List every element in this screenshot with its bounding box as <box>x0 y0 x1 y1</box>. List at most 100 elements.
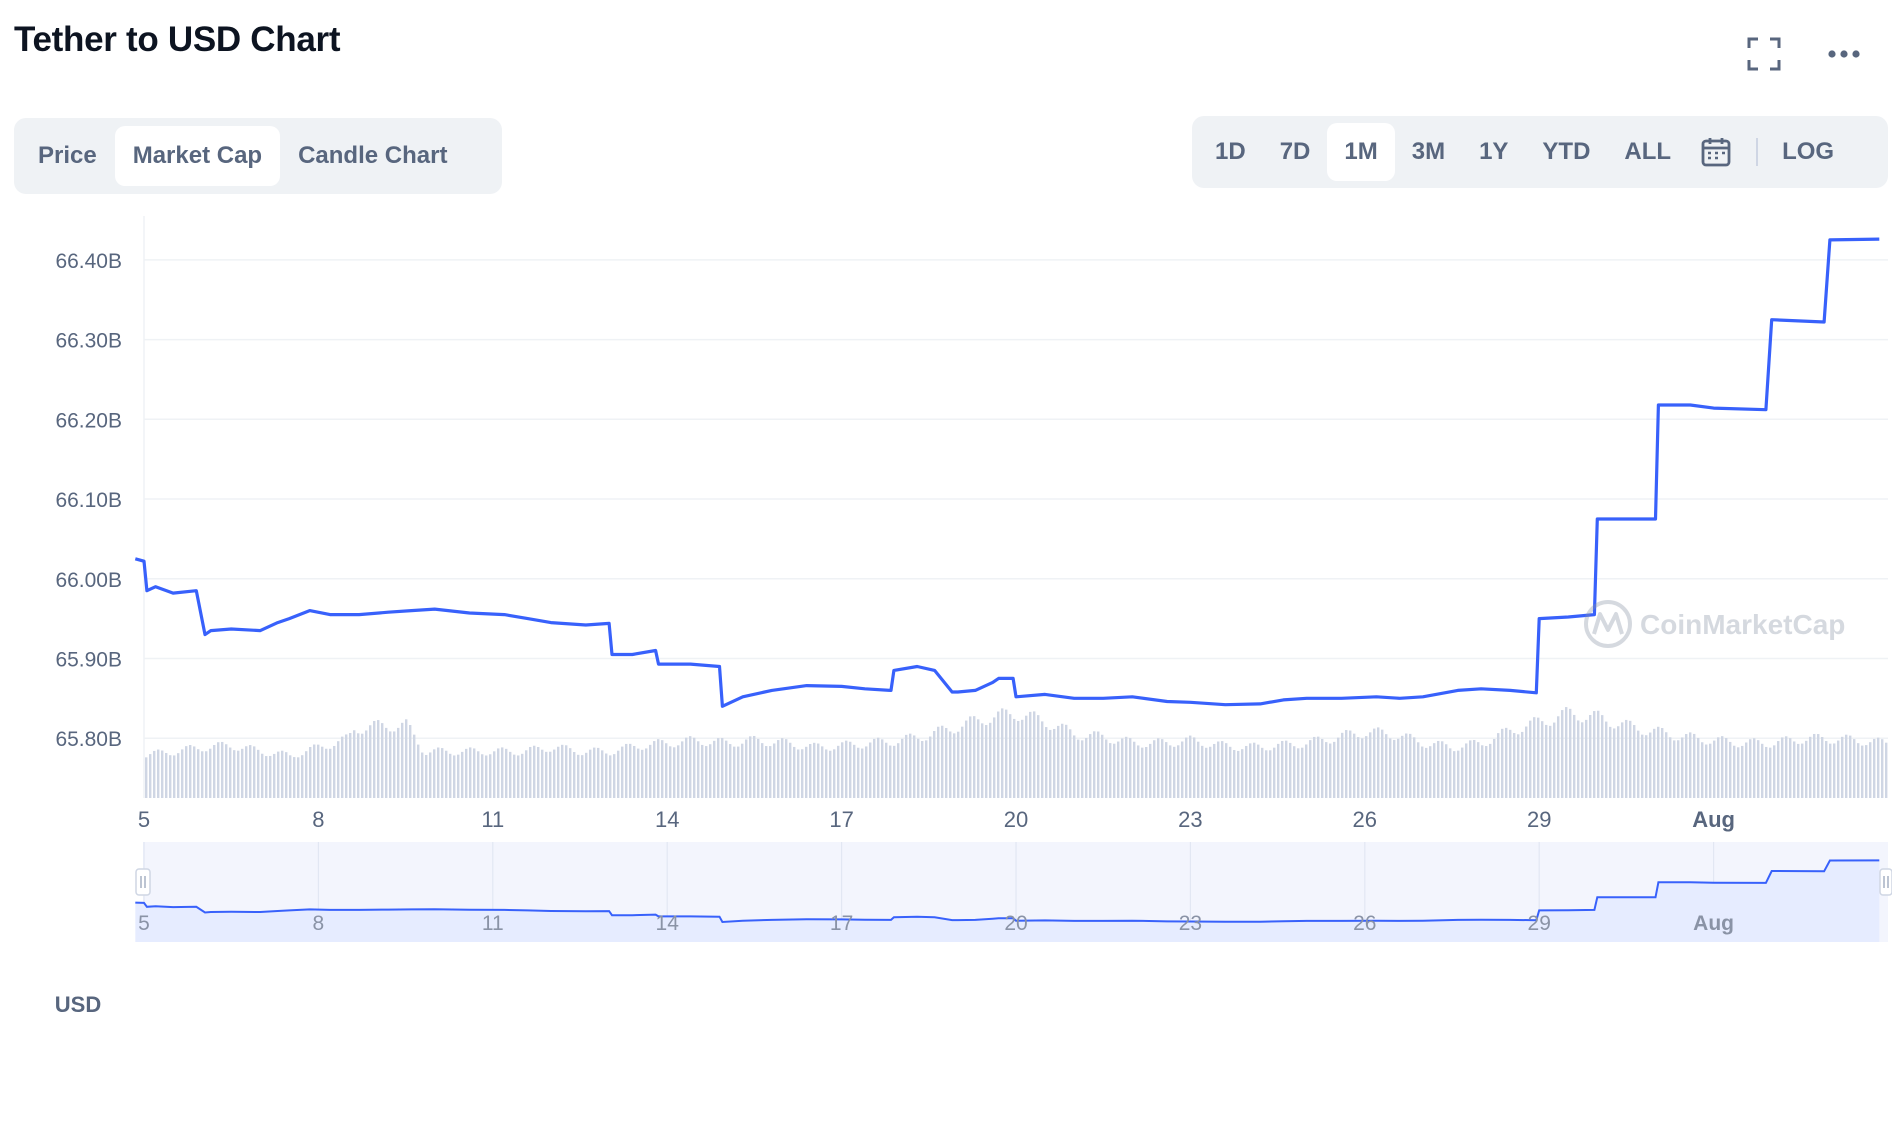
volume-bar <box>501 747 504 798</box>
volume-bar <box>889 745 892 798</box>
volume-bar <box>833 749 836 798</box>
volume-bar <box>1209 746 1212 798</box>
x-axis: 5 8 11 14 17 20 23 26 29 Aug <box>138 807 1735 832</box>
volume-bar <box>389 731 392 798</box>
volume-bar <box>1325 742 1328 798</box>
volume-bar <box>641 749 644 798</box>
range-1m[interactable]: 1M <box>1327 123 1395 181</box>
volume-bar <box>229 747 232 798</box>
volume-bar <box>1805 740 1808 798</box>
volume-bar <box>1197 741 1200 798</box>
volume-bar <box>473 748 476 798</box>
volume-bar <box>1037 715 1040 798</box>
volume-bar <box>797 749 800 798</box>
volume-bar <box>1169 745 1172 798</box>
volume-bar <box>461 751 464 798</box>
volume-bar <box>1089 734 1092 798</box>
navigator-tick-label: 20 <box>1004 912 1027 935</box>
volume-bar <box>1481 745 1484 798</box>
tab-price[interactable]: Price <box>20 126 115 186</box>
volume-bar <box>1789 738 1792 798</box>
date-picker-button[interactable] <box>1688 123 1744 181</box>
volume-bar <box>365 730 368 798</box>
navigator-right-handle[interactable] <box>1879 868 1892 896</box>
volume-bar <box>553 749 556 798</box>
volume-bar <box>369 725 372 798</box>
volume-bar <box>817 743 820 798</box>
volume-bar <box>1273 747 1276 798</box>
volume-bar <box>785 739 788 798</box>
volume-bar <box>325 748 328 798</box>
volume-bar <box>913 735 916 798</box>
volume-bar <box>921 741 924 798</box>
market-cap-line <box>134 237 1880 708</box>
volume-bar <box>681 741 684 798</box>
volume-bar <box>1333 741 1336 798</box>
volume-bar <box>149 754 152 798</box>
volume-bar <box>1341 732 1344 798</box>
volume-bar <box>169 755 172 798</box>
volume-bar <box>1077 739 1080 798</box>
volume-bar <box>1769 747 1772 798</box>
x-tick-label: Aug <box>1692 807 1735 832</box>
volume-bar <box>1145 746 1148 798</box>
range-7d[interactable]: 7D <box>1263 123 1328 181</box>
volume-bar <box>329 748 332 798</box>
volume-bar <box>205 751 208 798</box>
volume-bar <box>1633 725 1636 798</box>
volume-bar <box>1557 716 1560 798</box>
range-1d[interactable]: 1D <box>1198 123 1263 181</box>
volume-bar <box>1449 748 1452 798</box>
volume-bar <box>1529 720 1532 798</box>
range-all[interactable]: ALL <box>1607 123 1688 181</box>
more-options-button[interactable] <box>1820 30 1868 78</box>
volume-bar <box>497 748 500 798</box>
volume-bar <box>1697 737 1700 798</box>
volume-bar <box>1385 734 1388 798</box>
volume-bar <box>493 751 496 798</box>
market-cap-chart: 65.80B 65.90B 66.00B 66.10B 66.20B 66.30B 66.4… <box>55 216 1892 1017</box>
range-separator <box>1756 138 1759 166</box>
fullscreen-button[interactable] <box>1740 30 1788 78</box>
tab-candle-chart[interactable]: Candle Chart <box>280 126 465 186</box>
volume-bar <box>837 745 840 798</box>
volume-bar <box>533 745 536 798</box>
log-toggle[interactable]: LOG <box>1770 123 1846 181</box>
volume-bar <box>861 748 864 798</box>
volume-bar <box>445 750 448 798</box>
volume-bar <box>1489 743 1492 798</box>
page-title: Tether to USD Chart <box>14 20 341 59</box>
range-1y[interactable]: 1Y <box>1462 123 1525 181</box>
volume-bar <box>601 750 604 798</box>
volume-bar <box>761 743 764 798</box>
volume-bar <box>1625 719 1628 798</box>
range-3m[interactable]: 3M <box>1395 123 1462 181</box>
tab-market-cap[interactable]: Market Cap <box>114 126 281 186</box>
navigator-tick-label: 5 <box>138 912 150 935</box>
volume-bar <box>1749 739 1752 798</box>
volume-bar <box>1329 743 1332 798</box>
volume-bar <box>1377 727 1380 798</box>
volume-bar <box>245 746 248 798</box>
volume-bar <box>1665 732 1668 798</box>
y-tick-label: 66.10B <box>55 489 122 512</box>
range-ytd[interactable]: YTD <box>1525 123 1607 181</box>
volume-bar <box>805 746 808 798</box>
volume-bar <box>1825 741 1828 798</box>
volume-bar <box>1829 743 1832 798</box>
volume-bar <box>1865 745 1868 798</box>
volume-bar <box>193 746 196 798</box>
volume-bar <box>1873 738 1876 798</box>
volume-bar <box>313 744 316 798</box>
volume-bar <box>405 719 408 798</box>
volume-bar <box>1617 726 1620 798</box>
coinmarketcap-logo-icon <box>1584 600 1632 648</box>
volume-bar <box>1105 739 1108 798</box>
navigator-left-handle[interactable] <box>135 868 151 896</box>
volume-bar <box>1553 722 1556 798</box>
volume-bar <box>949 731 952 798</box>
volume-bar <box>633 745 636 798</box>
volume-bar <box>1685 734 1688 798</box>
volume-bar <box>1041 721 1044 798</box>
volume-bar <box>1345 730 1348 798</box>
